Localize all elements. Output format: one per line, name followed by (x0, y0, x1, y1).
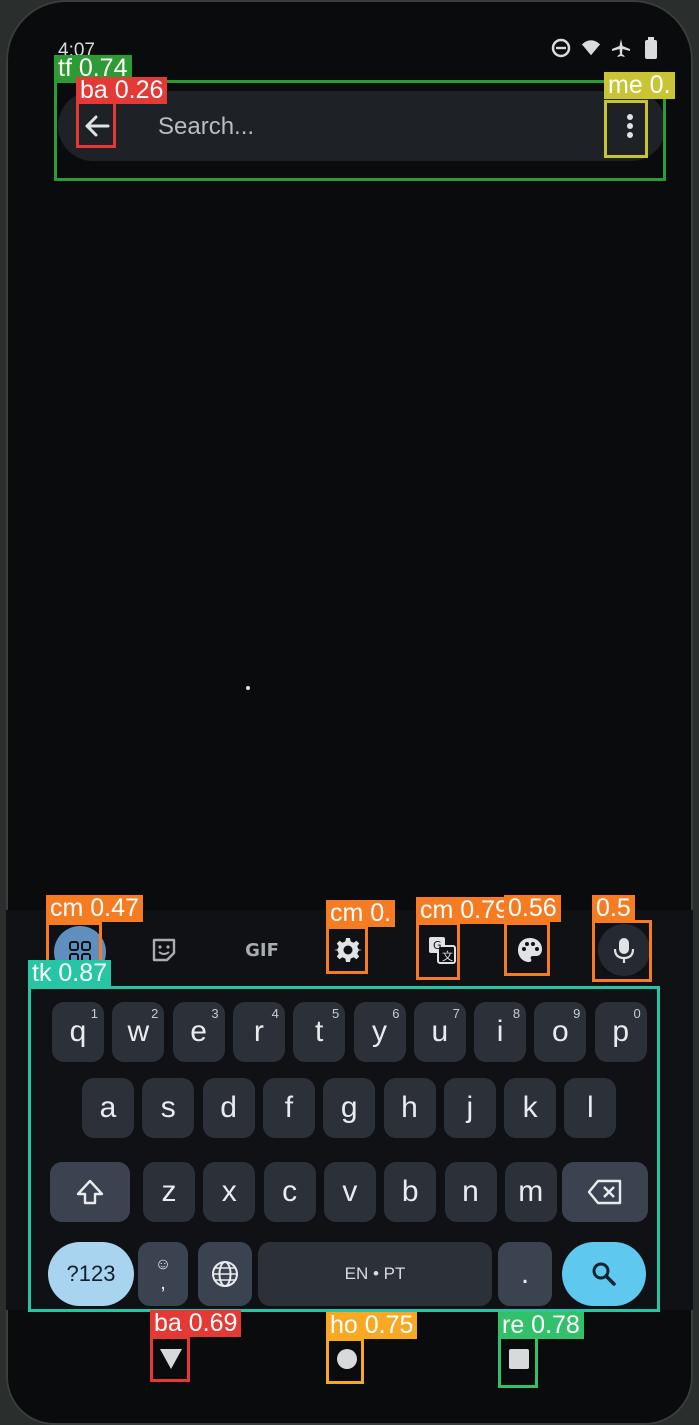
detection-box (28, 986, 660, 1312)
detection-box (604, 100, 648, 158)
battery-icon (641, 37, 661, 59)
wifi-icon (581, 38, 601, 58)
detection-label: re 0.78 (498, 1312, 584, 1339)
airplane-icon (611, 38, 631, 58)
detection-label: cm 0. (326, 900, 396, 927)
detection-box (326, 1338, 364, 1384)
detection-label: ho 0.75 (326, 1312, 418, 1339)
sticker-button[interactable] (142, 928, 186, 972)
detection-label: cm 0.47 (46, 895, 143, 922)
detection-label: me 0. (604, 72, 675, 99)
detection-box (76, 100, 116, 148)
status-icons (551, 37, 661, 59)
detection-label: 0.5 (592, 895, 635, 922)
detection-label: ba 0.69 (150, 1310, 242, 1337)
detection-box (592, 920, 652, 982)
detection-box (326, 926, 368, 974)
detection-box (504, 922, 550, 976)
detection-label: cm 0.79 (416, 897, 513, 924)
gif-button[interactable]: GIF (234, 928, 290, 972)
sticker-icon (152, 938, 176, 962)
detection-label: tk 0.87 (28, 960, 112, 987)
detection-box (416, 922, 460, 980)
detection-box (498, 1336, 538, 1388)
detection-box (150, 1336, 190, 1382)
detection-label: 0.56 (504, 895, 561, 922)
stray-dot (246, 686, 250, 690)
do-not-disturb-icon (551, 38, 571, 58)
detection-label: ba 0.26 (76, 77, 168, 104)
